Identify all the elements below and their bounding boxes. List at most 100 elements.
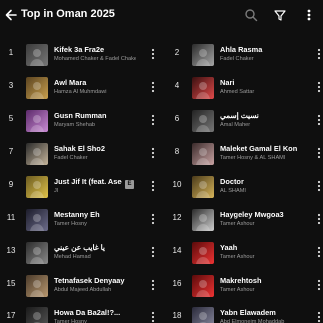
song-title: Mestanny Eh	[54, 210, 100, 219]
more-vert-icon[interactable]	[316, 179, 322, 193]
top-songs-grid: 1 Kifek 3a Fra2e Mohamed Chaker & Fadel Ch…	[0, 44, 323, 323]
song-row[interactable]: 7 Sahak El Sho2 Fadel Chaker	[4, 143, 159, 165]
more-vert-icon[interactable]	[150, 80, 156, 94]
song-row[interactable]: 9 Just Jif It (feat. Aseel Omran)JIE	[4, 176, 159, 198]
song-row[interactable]: 11 Mestanny Eh Tamer Hosny	[4, 209, 159, 231]
song-row[interactable]: 5 Gusn Rumman Maryam Shehab	[4, 110, 159, 132]
song-artist[interactable]: Tamer Ashour	[220, 286, 302, 294]
filter-icon[interactable]	[273, 7, 287, 23]
song-artist[interactable]: Fadel Chaker	[220, 55, 302, 63]
song-title: Awl Mara	[54, 78, 87, 87]
song-title: Nari	[220, 78, 235, 87]
album-thumbnail[interactable]	[192, 209, 214, 231]
more-vert-icon[interactable]	[316, 80, 322, 94]
song-row[interactable]: 13 يا غايب عن عيني Mehad Hamad	[4, 242, 159, 264]
song-text: نسيت إسمي Amal Maher	[220, 111, 302, 129]
more-vert-icon[interactable]	[316, 278, 322, 292]
song-title: Howa Da Ba2al!?...	[54, 308, 121, 317]
album-thumbnail[interactable]	[26, 242, 48, 264]
album-thumbnail[interactable]	[192, 110, 214, 132]
song-artist[interactable]: Tamer Ashour	[220, 253, 302, 261]
more-vert-icon[interactable]	[150, 47, 156, 61]
song-artist[interactable]: Maryam Shehab	[54, 121, 136, 129]
album-thumbnail[interactable]	[26, 176, 48, 198]
song-artist[interactable]: Abdul Majeed Abdullah	[54, 286, 136, 294]
song-artist[interactable]: Mehad Hamad	[54, 253, 136, 261]
arrow-back-icon[interactable]	[4, 7, 18, 23]
song-artist[interactable]: Mohamed Chaker & Fadel Chaker	[54, 55, 136, 63]
more-vert-icon[interactable]	[316, 146, 322, 160]
song-row[interactable]: 8 Maleket Gamal El Kon Tamer Hosny & AL SH…	[170, 143, 323, 165]
album-thumbnail[interactable]	[26, 143, 48, 165]
song-rank: 13	[6, 246, 16, 255]
more-vert-icon[interactable]	[316, 310, 322, 323]
album-thumbnail[interactable]	[26, 275, 48, 297]
more-vert-icon[interactable]	[150, 146, 156, 160]
song-artist[interactable]: Tamer Hosny	[54, 220, 136, 228]
song-text: يا غايب عن عيني Mehad Hamad	[54, 243, 136, 261]
song-rank: 12	[172, 213, 182, 222]
song-row[interactable]: 18 Yabn Elawadem Abd Elmoneim Mohaddab	[170, 307, 323, 323]
song-row[interactable]: 2 Ahla Rasma Fadel Chaker	[170, 44, 323, 66]
song-row[interactable]: 3 Awl Mara Hamza Al Muhmdawi	[4, 77, 159, 99]
album-thumbnail[interactable]	[192, 176, 214, 198]
more-vert-icon[interactable]	[150, 113, 156, 127]
search-icon[interactable]	[244, 7, 258, 23]
more-vert-icon[interactable]	[316, 245, 322, 259]
album-thumbnail[interactable]	[192, 77, 214, 99]
song-artist[interactable]: Fadel Chaker	[54, 154, 136, 162]
album-thumbnail[interactable]	[192, 143, 214, 165]
more-vert-icon[interactable]	[150, 179, 156, 193]
song-row[interactable]: 14 Yaah Tamer Ashour	[170, 242, 323, 264]
song-row[interactable]: 16 Makrehtosh Tamer Ashour	[170, 275, 323, 297]
song-artist[interactable]: Amal Maher	[220, 121, 302, 129]
album-thumbnail[interactable]	[26, 44, 48, 66]
song-row[interactable]: 15 Tetnafasek Denyaay Abdul Majeed Abdulla…	[4, 275, 159, 297]
song-rank: 4	[174, 81, 180, 90]
album-thumbnail[interactable]	[192, 242, 214, 264]
more-vert-icon[interactable]	[316, 47, 322, 61]
song-title: Yaah	[220, 243, 238, 252]
more-vert-icon[interactable]	[316, 212, 322, 226]
song-row[interactable]: 4 Nari Ahmed Sattar	[170, 77, 323, 99]
album-thumbnail[interactable]	[192, 307, 214, 323]
song-row[interactable]: 1 Kifek 3a Fra2e Mohamed Chaker & Fadel Ch…	[4, 44, 159, 66]
song-artist[interactable]: Ahmed Sattar	[220, 88, 302, 96]
album-thumbnail[interactable]	[26, 77, 48, 99]
album-thumbnail[interactable]	[26, 307, 48, 323]
song-text: Howa Da Ba2al!?... Tamer Hosny	[54, 308, 136, 323]
more-vert-icon[interactable]	[150, 212, 156, 226]
song-row[interactable]: 12 Haygeley Mwgoa3 Tamer Ashour	[170, 209, 323, 231]
more-vert-icon[interactable]	[302, 7, 316, 23]
song-artist[interactable]: Hamza Al Muhmdawi	[54, 88, 136, 96]
song-artist[interactable]: Abd Elmoneim Mohaddab	[220, 318, 302, 323]
more-vert-icon[interactable]	[150, 278, 156, 292]
song-artist[interactable]: JI	[54, 187, 136, 195]
song-title: يا غايب عن عيني	[54, 243, 105, 252]
song-artist[interactable]: Tamer Ashour	[220, 220, 302, 228]
more-vert-icon[interactable]	[150, 245, 156, 259]
album-thumbnail[interactable]	[192, 275, 214, 297]
song-title: Sahak El Sho2	[54, 144, 105, 153]
song-title: Kifek 3a Fra2e	[54, 45, 105, 54]
album-thumbnail[interactable]	[192, 44, 214, 66]
song-row[interactable]: 10 Doctor AL SHAMI	[170, 176, 323, 198]
song-text: Tetnafasek Denyaay Abdul Majeed Abdullah	[54, 276, 136, 294]
song-text: Ahla Rasma Fadel Chaker	[220, 45, 302, 63]
song-rank: 2	[174, 48, 180, 57]
song-artist[interactable]: Tamer Hosny & AL SHAMI	[220, 154, 302, 162]
song-title: Makrehtosh	[220, 276, 262, 285]
song-rank: 17	[6, 311, 16, 320]
more-vert-icon[interactable]	[316, 113, 322, 127]
song-row[interactable]: 6 نسيت إسمي Amal Maher	[170, 110, 323, 132]
page-title: Top in Oman 2025	[21, 8, 115, 20]
song-artist[interactable]: AL SHAMI	[220, 187, 302, 195]
album-thumbnail[interactable]	[26, 110, 48, 132]
song-title: Gusn Rumman	[54, 111, 107, 120]
song-row[interactable]: 17 Howa Da Ba2al!?... Tamer Hosny	[4, 307, 159, 323]
more-vert-icon[interactable]	[150, 310, 156, 323]
song-text: Doctor AL SHAMI	[220, 177, 302, 195]
song-text: Sahak El Sho2 Fadel Chaker	[54, 144, 136, 162]
album-thumbnail[interactable]	[26, 209, 48, 231]
song-artist[interactable]: Tamer Hosny	[54, 318, 136, 323]
